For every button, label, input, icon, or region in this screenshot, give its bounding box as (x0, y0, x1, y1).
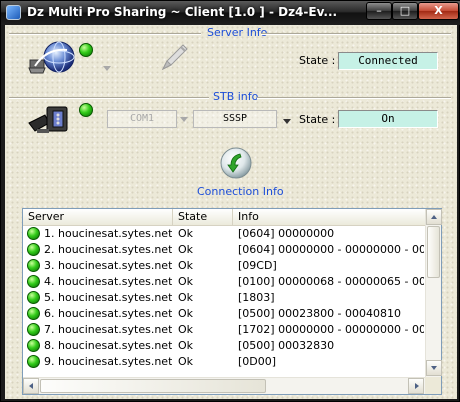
row-status-led (27, 275, 40, 288)
row-state: Ok (178, 243, 194, 256)
row-info: [0D00] (238, 355, 277, 368)
row-info: [09CD] (238, 259, 277, 272)
row-state: Ok (178, 307, 194, 320)
row-status-led (27, 307, 40, 320)
row-state: Ok (178, 339, 194, 352)
column-header-server[interactable]: Server (23, 209, 173, 226)
stb-state-value: On (338, 110, 438, 128)
table-row[interactable]: 3. houcinesat.sytes.net [... Ok [09CD] (23, 258, 425, 274)
row-server: 2. houcinesat.sytes.net [... (44, 243, 172, 256)
client-area: Server Info State: Connected STB info C… (5, 25, 457, 399)
list-rows: 1. houcinesat.sytes.net [... Ok [0604] 0… (23, 226, 425, 377)
protocol-select[interactable]: SSSP (193, 110, 277, 128)
row-status-led (27, 291, 40, 304)
scroll-up-button[interactable] (426, 209, 442, 225)
pen-icon[interactable] (155, 39, 191, 75)
arrow-left-icon (29, 383, 33, 389)
minimize-button[interactable]: – (366, 2, 392, 20)
row-state: Ok (178, 227, 194, 240)
server-state-value: Connected (338, 52, 438, 70)
row-info: [0604] 00000000 (238, 227, 335, 240)
server-state-label: State : (299, 54, 336, 67)
app-icon (6, 5, 21, 20)
stb-status-led (79, 103, 93, 117)
list-header: Server State Info (23, 209, 425, 226)
row-info: [0100] 00000068 - 00000065 - 00000... (238, 275, 424, 288)
arrow-right-icon (415, 383, 419, 389)
server-info-divider-left (9, 33, 201, 35)
table-row[interactable]: 5. houcinesat.sytes.net [... Ok [1803] (23, 290, 425, 306)
row-state: Ok (178, 291, 194, 304)
maximize-button[interactable]: □ (392, 2, 418, 20)
arrow-up-icon (431, 215, 437, 219)
stb-receiver-icon[interactable] (27, 101, 77, 137)
row-state: Ok (178, 259, 194, 272)
row-server: 7. houcinesat.sytes.net [... (44, 323, 172, 336)
table-row[interactable]: 2. houcinesat.sytes.net [... Ok [0604] 0… (23, 242, 425, 258)
row-status-led (27, 259, 40, 272)
vertical-scrollbar[interactable] (425, 209, 442, 377)
row-status-led (27, 243, 40, 256)
table-row[interactable]: 1. houcinesat.sytes.net [... Ok [0604] 0… (23, 226, 425, 242)
server-info-divider-right (261, 33, 451, 35)
window-title: Dz Multi Pro Sharing ~ Client [1.0 ] - D… (27, 5, 338, 19)
row-server: 1. houcinesat.sytes.net [... (44, 227, 172, 240)
row-info: [0500] 00023800 - 00040810 (238, 307, 402, 320)
server-dropdown-arrow[interactable] (103, 66, 111, 71)
com-port-select[interactable]: COM1 (107, 110, 177, 128)
row-info: [1803] (238, 291, 275, 304)
row-status-led (27, 339, 40, 352)
row-info: [0604] 00000000 - 00000000 - 00000... (238, 243, 424, 256)
scrollbar-corner (425, 377, 441, 394)
server-list[interactable]: Server State Info 1. houcinesat.sytes.ne… (22, 208, 442, 395)
vertical-scroll-thumb[interactable] (427, 226, 440, 278)
table-row[interactable]: 9. houcinesat.sytes.net [... Ok [0D00] (23, 354, 425, 370)
horizontal-scrollbar[interactable] (23, 377, 425, 394)
close-button[interactable]: X (418, 2, 459, 20)
stb-info-title: STB info (213, 90, 259, 103)
row-state: Ok (178, 355, 194, 368)
arrow-down-icon (431, 366, 437, 370)
row-info: [1702] 00000000 - 00000000 - 00000... (238, 323, 424, 336)
stb-info-divider-left (9, 97, 209, 99)
row-server: 9. houcinesat.sytes.net [... (44, 355, 172, 368)
row-server: 4. houcinesat.sytes.net [... (44, 275, 172, 288)
row-info: [0500] 00032830 (238, 339, 335, 352)
row-server: 5. houcinesat.sytes.net [... (44, 291, 172, 304)
table-row[interactable]: 4. houcinesat.sytes.net [... Ok [0100] 0… (23, 274, 425, 290)
row-state: Ok (178, 323, 194, 336)
scroll-down-button[interactable] (426, 360, 442, 376)
stb-state-label: State : (299, 113, 336, 126)
com-port-dropdown-arrow[interactable] (180, 117, 188, 122)
row-server: 3. houcinesat.sytes.net [... (44, 259, 172, 272)
row-server: 6. houcinesat.sytes.net [... (44, 307, 172, 320)
row-status-led (27, 227, 40, 240)
title-bar[interactable]: Dz Multi Pro Sharing ~ Client [1.0 ] - D… (1, 1, 460, 25)
server-status-led (79, 43, 93, 57)
protocol-dropdown-arrow[interactable] (283, 119, 291, 124)
refresh-icon[interactable] (219, 146, 253, 180)
server-info-title: Server Info (207, 26, 268, 39)
app-window: Dz Multi Pro Sharing ~ Client [1.0 ] - D… (0, 0, 460, 402)
row-status-led (27, 355, 40, 368)
table-row[interactable]: 8. houcinesat.sytes.net [... Ok [0500] 0… (23, 338, 425, 354)
stb-info-divider-right (257, 97, 451, 99)
row-server: 8. houcinesat.sytes.net [... (44, 339, 172, 352)
server-globe-icon[interactable] (27, 40, 77, 76)
scroll-right-button[interactable] (408, 378, 424, 394)
connection-info-title: Connection Info (197, 185, 284, 198)
table-row[interactable]: 7. houcinesat.sytes.net [... Ok [1702] 0… (23, 322, 425, 338)
column-header-info[interactable]: Info (233, 209, 425, 226)
column-header-state[interactable]: State (173, 209, 233, 226)
horizontal-scroll-thumb[interactable] (40, 379, 266, 393)
row-state: Ok (178, 275, 194, 288)
scroll-left-button[interactable] (23, 378, 39, 394)
table-row[interactable]: 6. houcinesat.sytes.net [... Ok [0500] 0… (23, 306, 425, 322)
row-status-led (27, 323, 40, 336)
